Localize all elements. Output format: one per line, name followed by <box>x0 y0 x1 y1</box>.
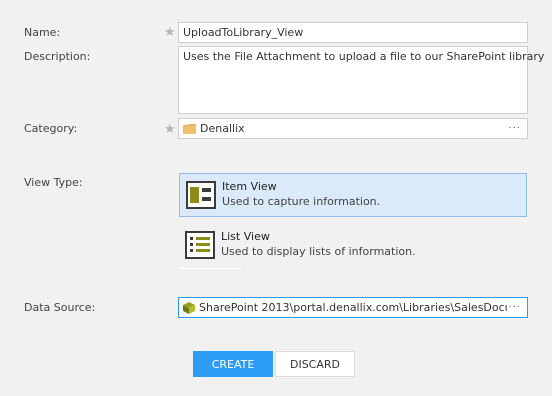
category-picker[interactable]: Denallix ··· <box>178 118 528 139</box>
list-view-title: List View <box>221 230 270 243</box>
data-source-label: Data Source: <box>24 301 96 314</box>
list-view-icon <box>185 231 215 259</box>
category-label: Category: <box>24 122 78 135</box>
list-view-description: Used to display lists of information. <box>221 245 416 258</box>
category-browse-button[interactable]: ··· <box>508 123 521 134</box>
name-input[interactable]: UploadToLibrary_View <box>178 22 528 43</box>
name-value: UploadToLibrary_View <box>183 26 304 39</box>
folder-icon <box>183 123 196 134</box>
category-value: Denallix <box>200 122 245 135</box>
view-type-label: View Type: <box>24 176 83 189</box>
description-label: Description: <box>24 50 91 63</box>
data-source-picker[interactable]: SharePoint 2013\portal.denallix.com\Libr… <box>178 297 528 318</box>
name-label: Name: <box>24 26 61 39</box>
create-button[interactable]: Create <box>193 351 273 377</box>
required-star-icon: ★ <box>164 25 176 40</box>
sharepoint-cube-icon <box>182 301 196 315</box>
item-view-title: Item View <box>222 180 277 193</box>
required-star-icon: ★ <box>164 122 176 137</box>
discard-button[interactable]: Discard <box>275 351 355 377</box>
view-type-list-view[interactable]: List View Used to display lists of infor… <box>179 224 527 268</box>
view-type-item-view[interactable]: Item View Used to capture information. <box>179 173 527 217</box>
description-value: Uses the File Attachment to upload a fil… <box>183 50 545 63</box>
data-source-browse-button[interactable]: ··· <box>508 302 521 313</box>
description-textarea[interactable]: Uses the File Attachment to upload a fil… <box>178 46 544 114</box>
divider <box>181 268 241 269</box>
item-view-icon <box>186 181 216 209</box>
data-source-value: SharePoint 2013\portal.denallix.com\Libr… <box>199 301 507 314</box>
item-view-description: Used to capture information. <box>222 195 381 208</box>
